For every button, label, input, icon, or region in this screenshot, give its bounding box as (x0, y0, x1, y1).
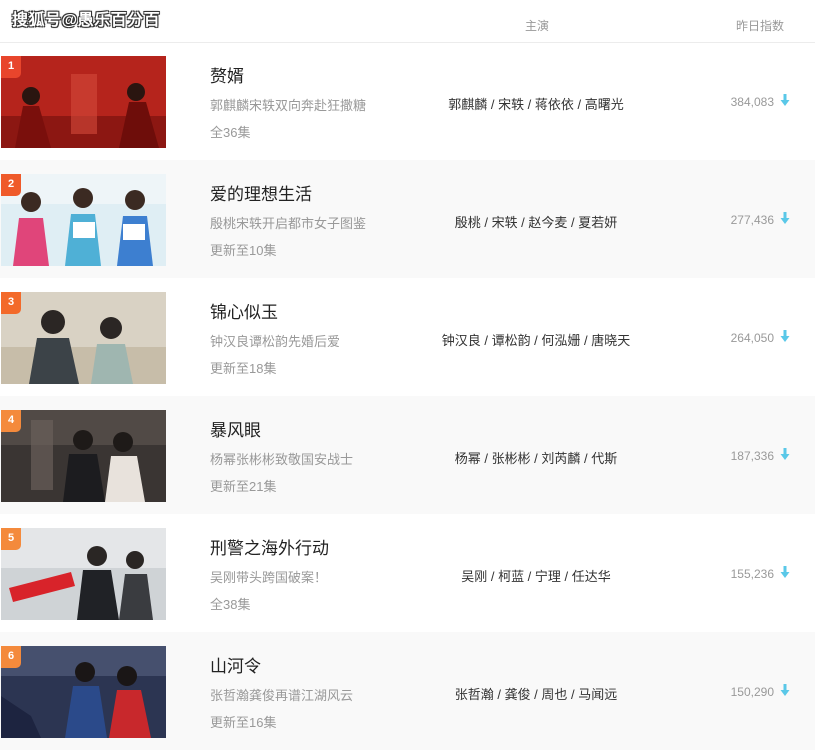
show-title[interactable]: 刑警之海外行动 (210, 534, 329, 559)
trend-down-icon (780, 566, 790, 578)
rank-badge: 6 (1, 646, 21, 668)
poster-thumbnail[interactable] (1, 528, 166, 620)
rank-badge: 2 (1, 174, 21, 196)
poster-thumbnail[interactable] (1, 646, 166, 738)
poster-thumbnail[interactable] (1, 56, 166, 148)
table-row[interactable]: 1 赘婿 郭麒麟宋轶双向奔赴狂撒糖 全36集 郭麒麟 / 宋轶 / 蒋依依 / … (0, 42, 815, 160)
cast-list: 张哲瀚 / 龚俊 / 周也 / 马闻远 (454, 687, 618, 702)
show-description: 杨幂张彬彬致敬国安战士 (210, 452, 354, 467)
show-description: 殷桃宋轶开启都市女子图鉴 (210, 216, 367, 231)
rank-badge: 1 (1, 56, 21, 78)
trend-down-icon (780, 448, 790, 460)
episode-count: 更新至16集 (210, 715, 277, 730)
rank-badge: 4 (1, 410, 21, 432)
trend-down-icon (780, 330, 790, 342)
yesterday-index: 264,050 (730, 331, 774, 345)
show-title[interactable]: 爱的理想生活 (210, 180, 312, 205)
yesterday-index: 384,083 (730, 95, 774, 109)
table-header: 搜狐号@愚乐百分百 主演 昨日指数 (0, 0, 815, 43)
cast-list: 郭麒麟 / 宋轶 / 蒋依依 / 高曙光 (448, 97, 624, 112)
table-row[interactable]: 3 锦心似玉 钟汉良谭松韵先婚后爱 更新至18集 钟汉良 / 谭松韵 / 何泓姗… (0, 278, 815, 396)
yesterday-index: 150,290 (730, 685, 774, 699)
cast-list: 吴刚 / 柯蓝 / 宁理 / 任达华 (461, 569, 611, 584)
table-row[interactable]: 4 暴风眼 杨幂张彬彬致敬国安战士 更新至21集 杨幂 / 张彬彬 / 刘芮麟 … (0, 396, 815, 514)
yesterday-index: 155,236 (730, 567, 774, 581)
show-description: 钟汉良谭松韵先婚后爱 (210, 334, 341, 349)
poster-thumbnail[interactable] (1, 410, 166, 502)
trend-down-icon (780, 94, 790, 106)
show-description: 吴刚带头跨国破案！ (210, 570, 328, 585)
yesterday-index: 187,336 (730, 449, 774, 463)
column-header-cast: 主演 (525, 19, 550, 33)
episode-count: 更新至18集 (210, 361, 277, 376)
watermark: 搜狐号@愚乐百分百 (12, 12, 161, 29)
episode-count: 全36集 (210, 125, 251, 140)
trend-down-icon (780, 212, 790, 224)
show-description: 郭麒麟宋轶双向奔赴狂撒糖 (210, 98, 367, 113)
show-title[interactable]: 锦心似玉 (210, 298, 278, 323)
trend-down-icon (780, 684, 790, 696)
table-row[interactable]: 2 爱的理想生活 殷桃宋轶开启都市女子图鉴 更新至10集 殷桃 / 宋轶 / 赵… (0, 160, 815, 278)
poster-thumbnail[interactable] (1, 292, 166, 384)
show-title[interactable]: 暴风眼 (210, 416, 261, 441)
episode-count: 全38集 (210, 597, 251, 612)
rank-badge: 5 (1, 528, 21, 550)
show-title[interactable]: 山河令 (210, 652, 261, 677)
table-row[interactable]: 5 刑警之海外行动 吴刚带头跨国破案！ 全38集 吴刚 / 柯蓝 / 宁理 / … (0, 514, 815, 632)
episode-count: 更新至10集 (210, 243, 277, 258)
column-header-index: 昨日指数 (736, 19, 785, 33)
table-row[interactable]: 6 山河令 张哲瀚龚俊再谱江湖风云 更新至16集 张哲瀚 / 龚俊 / 周也 /… (0, 632, 815, 750)
show-description: 张哲瀚龚俊再谱江湖风云 (210, 688, 354, 703)
episode-count: 更新至21集 (210, 479, 277, 494)
rank-badge: 3 (1, 292, 21, 314)
poster-thumbnail[interactable] (1, 174, 166, 266)
yesterday-index: 277,436 (730, 213, 774, 227)
cast-list: 钟汉良 / 谭松韵 / 何泓姗 / 唐晓天 (441, 333, 631, 348)
cast-list: 殷桃 / 宋轶 / 赵今麦 / 夏若妍 (454, 215, 618, 230)
show-title[interactable]: 赘婿 (210, 62, 244, 87)
cast-list: 杨幂 / 张彬彬 / 刘芮麟 / 代斯 (454, 451, 618, 466)
